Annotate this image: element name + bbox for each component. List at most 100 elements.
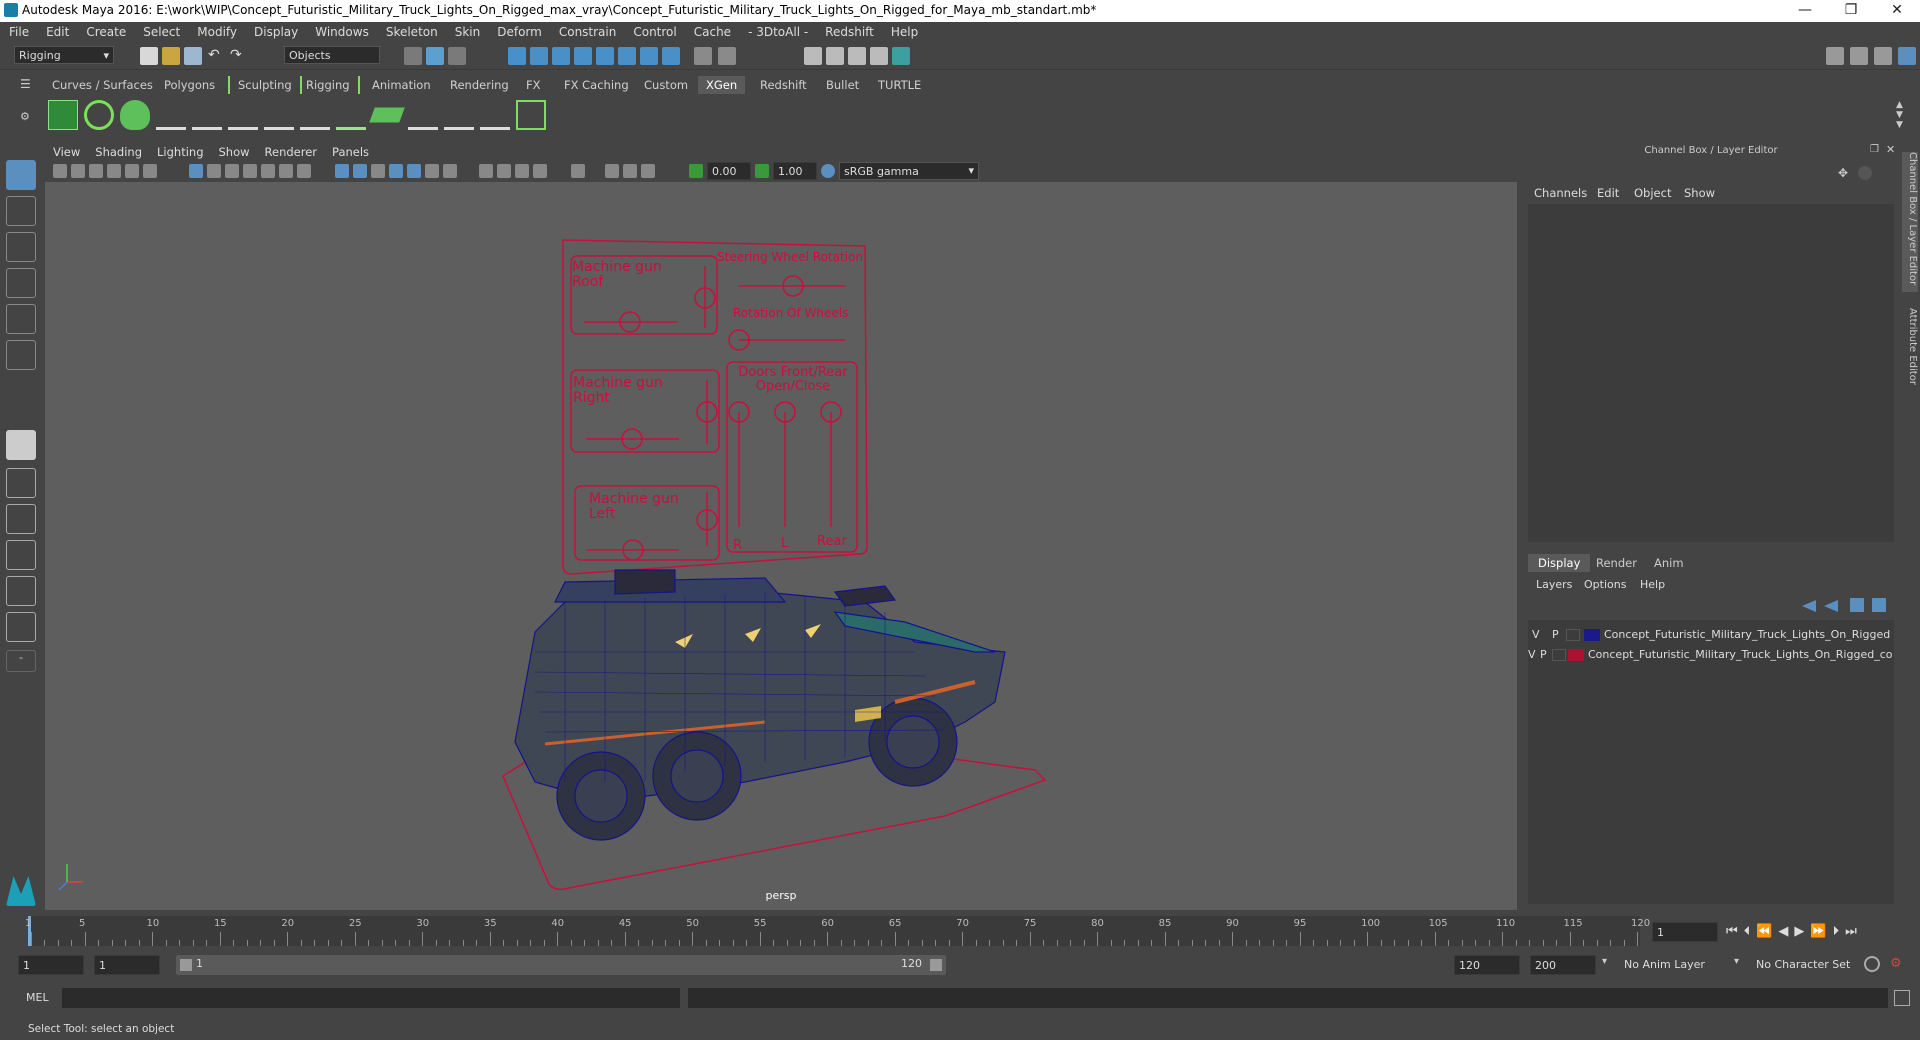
snap-vertex-icon[interactable]: [618, 47, 636, 65]
vp-menu-panels[interactable]: Panels: [324, 142, 376, 159]
anim-layer-dropdown[interactable]: No Anim Layer: [1620, 955, 1740, 975]
layer-tab-anim[interactable]: Anim: [1644, 554, 1694, 572]
go-to-end-icon[interactable]: ⏭: [1845, 924, 1863, 939]
script-editor-icon[interactable]: [1894, 990, 1910, 1006]
snap-surface-icon[interactable]: [596, 47, 614, 65]
render-settings-icon[interactable]: [848, 47, 866, 65]
symmetry-icon[interactable]: [662, 47, 680, 65]
xgen-place-guides-icon[interactable]: [156, 100, 186, 130]
lock-icon[interactable]: [694, 47, 712, 65]
layer-playback[interactable]: P: [1552, 628, 1566, 641]
snap-grid-icon[interactable]: [508, 47, 526, 65]
menu-skeleton[interactable]: Skeleton: [377, 22, 446, 39]
input-output-icon[interactable]: [718, 47, 736, 65]
four-pane-layout-icon[interactable]: [6, 468, 36, 498]
animation-preferences-icon[interactable]: ⚙: [1890, 956, 1906, 972]
playback-start-field[interactable]: 1: [94, 955, 160, 975]
auto-key-icon[interactable]: [1864, 956, 1880, 972]
cb-menu-edit[interactable]: Edit: [1597, 186, 1619, 200]
color-space-dropdown[interactable]: sRGB gamma ▾: [839, 162, 979, 180]
redo-icon[interactable]: ↷: [230, 47, 248, 65]
new-layer-from-selection-icon[interactable]: [1872, 598, 1886, 612]
xgen-editor-icon[interactable]: [48, 100, 78, 130]
graph-layout-icon[interactable]: [6, 540, 36, 570]
time-slider[interactable]: 1 5 10 15 20 25 30 35 40 45 50 55 60 65 70 75 80 85 90 95 10…: [0, 912, 1920, 952]
render-layout-icon[interactable]: [6, 612, 36, 642]
play-forward-icon[interactable]: ▶: [1794, 924, 1810, 939]
snap-point-icon[interactable]: [552, 47, 570, 65]
camera-select-icon[interactable]: [53, 164, 67, 178]
xgen-sculpt-guides-icon[interactable]: [228, 100, 258, 130]
depth-of-field-icon[interactable]: [533, 164, 547, 178]
textured-icon[interactable]: [407, 164, 421, 178]
close-button[interactable]: ✕: [1874, 0, 1920, 22]
safe-action-icon[interactable]: [279, 164, 293, 178]
step-forward-frame-icon[interactable]: ⏵: [1833, 924, 1846, 939]
menu-cache[interactable]: Cache: [685, 22, 739, 39]
menu-display[interactable]: Display: [245, 22, 306, 39]
animation-end-field[interactable]: 200: [1530, 955, 1596, 975]
ipr-render-icon[interactable]: [826, 47, 844, 65]
animation-start-field[interactable]: 1: [18, 955, 84, 975]
select-object-icon[interactable]: [426, 47, 444, 65]
shadows-icon[interactable]: [443, 164, 457, 178]
minimize-button[interactable]: —: [1782, 0, 1828, 22]
restore-button[interactable]: ❐: [1828, 0, 1874, 22]
menu-redshift[interactable]: Redshift: [816, 22, 882, 39]
cb-menu-object[interactable]: Object: [1634, 186, 1671, 200]
color-management-icon[interactable]: [821, 164, 835, 178]
select-tool-icon[interactable]: [6, 160, 36, 190]
layer-tab-display[interactable]: Display: [1528, 554, 1591, 572]
isolate-select-icon[interactable]: [571, 164, 585, 178]
exposure-field[interactable]: 0.00: [707, 162, 751, 180]
layer-playback[interactable]: P: [1540, 648, 1552, 661]
transform-icon[interactable]: ✥: [1838, 166, 1852, 180]
play-backward-icon[interactable]: ◀: [1778, 924, 1794, 939]
xgen-delete-icon[interactable]: [516, 100, 546, 130]
range-start-handle[interactable]: [180, 959, 192, 971]
select-component-icon[interactable]: [448, 47, 466, 65]
menu-select[interactable]: Select: [134, 22, 188, 39]
wireframe-on-shaded-icon[interactable]: [389, 164, 403, 178]
layer-type-box[interactable]: [1566, 629, 1580, 641]
xray-active-icon[interactable]: [623, 164, 637, 178]
cb-menu-channels[interactable]: Channels: [1534, 186, 1587, 200]
vp-menu-renderer[interactable]: Renderer: [257, 142, 325, 159]
shelf-tab-rigging[interactable]: Rigging: [298, 76, 360, 94]
grease-pencil-icon[interactable]: [143, 164, 157, 178]
shelf-scroll-icon[interactable]: ▲ ▼ ▼: [1896, 100, 1908, 132]
film-gate-icon[interactable]: [207, 164, 221, 178]
ambient-occlusion-icon[interactable]: [479, 164, 493, 178]
xgen-lock-length-icon[interactable]: [300, 100, 330, 130]
menu-windows[interactable]: Windows: [306, 22, 377, 39]
layer-name[interactable]: Concept_Futuristic_Military_Truck_Lights…: [1588, 648, 1892, 661]
menu-modify[interactable]: Modify: [188, 22, 245, 39]
shelf-tab-curves-surfaces[interactable]: Curves / Surfaces: [44, 76, 161, 94]
shelf-tab-sculpting[interactable]: Sculpting: [228, 76, 302, 94]
time-slider-track[interactable]: 1 5 10 15 20 25 30 35 40 45 50 55 60 65 70 75 80 85 90 95 10…: [25, 916, 1650, 946]
safe-title-icon[interactable]: [297, 164, 311, 178]
channel-box-body[interactable]: [1528, 204, 1894, 542]
undo-icon[interactable]: ↶: [208, 47, 226, 65]
step-back-frame-icon[interactable]: ⏴: [1744, 924, 1757, 939]
shelf-tab-custom[interactable]: Custom: [636, 76, 696, 94]
menuset-dropdown[interactable]: Rigging ▾: [14, 46, 114, 64]
le-menu-help[interactable]: Help: [1640, 578, 1665, 591]
xgen-groom-editor-icon[interactable]: [369, 107, 405, 123]
xray-joints-icon[interactable]: [641, 164, 655, 178]
menu-edit[interactable]: Edit: [37, 22, 77, 39]
resolution-gate-icon[interactable]: [225, 164, 239, 178]
shelf-tab-turtle[interactable]: TURTLE: [870, 76, 929, 94]
vp-menu-view[interactable]: View: [45, 142, 87, 159]
step-forward-key-icon[interactable]: ⏩: [1810, 924, 1832, 939]
attribute-editor-toggle-icon[interactable]: [1874, 47, 1892, 65]
open-scene-icon[interactable]: [162, 47, 180, 65]
snap-curve-icon[interactable]: [530, 47, 548, 65]
side-tab-channel-box[interactable]: Channel Box / Layer Editor: [1902, 152, 1918, 292]
single-pane-layout-icon[interactable]: [6, 430, 36, 460]
menu-3dtoall[interactable]: - 3DtoAll -: [739, 22, 816, 39]
xgen-interactive-groom-icon[interactable]: [336, 100, 366, 130]
selection-mode-dropdown[interactable]: Objects: [284, 46, 380, 64]
render-frame-icon[interactable]: [804, 47, 822, 65]
command-input[interactable]: [62, 988, 680, 1008]
